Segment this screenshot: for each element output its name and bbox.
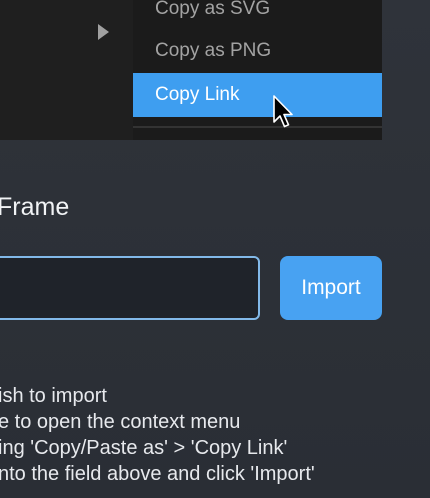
- menu-item-copy-link[interactable]: Copy Link: [133, 73, 382, 117]
- menu-item-copy-as-png[interactable]: Copy as PNG: [133, 29, 382, 73]
- import-frame-screen: Copy as SVG Copy as PNG Copy Link Frame …: [0, 0, 430, 498]
- instruction-step: ing 'Copy/Paste as' > 'Copy Link': [0, 437, 288, 459]
- link-input[interactable]: [0, 256, 260, 320]
- instruction-step: e to open the context menu: [0, 411, 241, 433]
- instruction-step: nto the field above and click 'Import': [0, 463, 315, 485]
- submenu-arrow-icon: [98, 24, 109, 40]
- instructions-list: ish to import e to open the context menu…: [0, 383, 315, 487]
- context-menu: Copy as SVG Copy as PNG Copy Link: [133, 0, 382, 140]
- menu-item-copy-as-svg[interactable]: Copy as SVG: [133, 0, 382, 31]
- instruction-step: ish to import: [0, 385, 107, 407]
- section-title: Frame: [0, 193, 70, 221]
- mouse-pointer-icon: [273, 95, 293, 128]
- import-button[interactable]: Import: [280, 256, 382, 320]
- menu-divider: [133, 126, 382, 128]
